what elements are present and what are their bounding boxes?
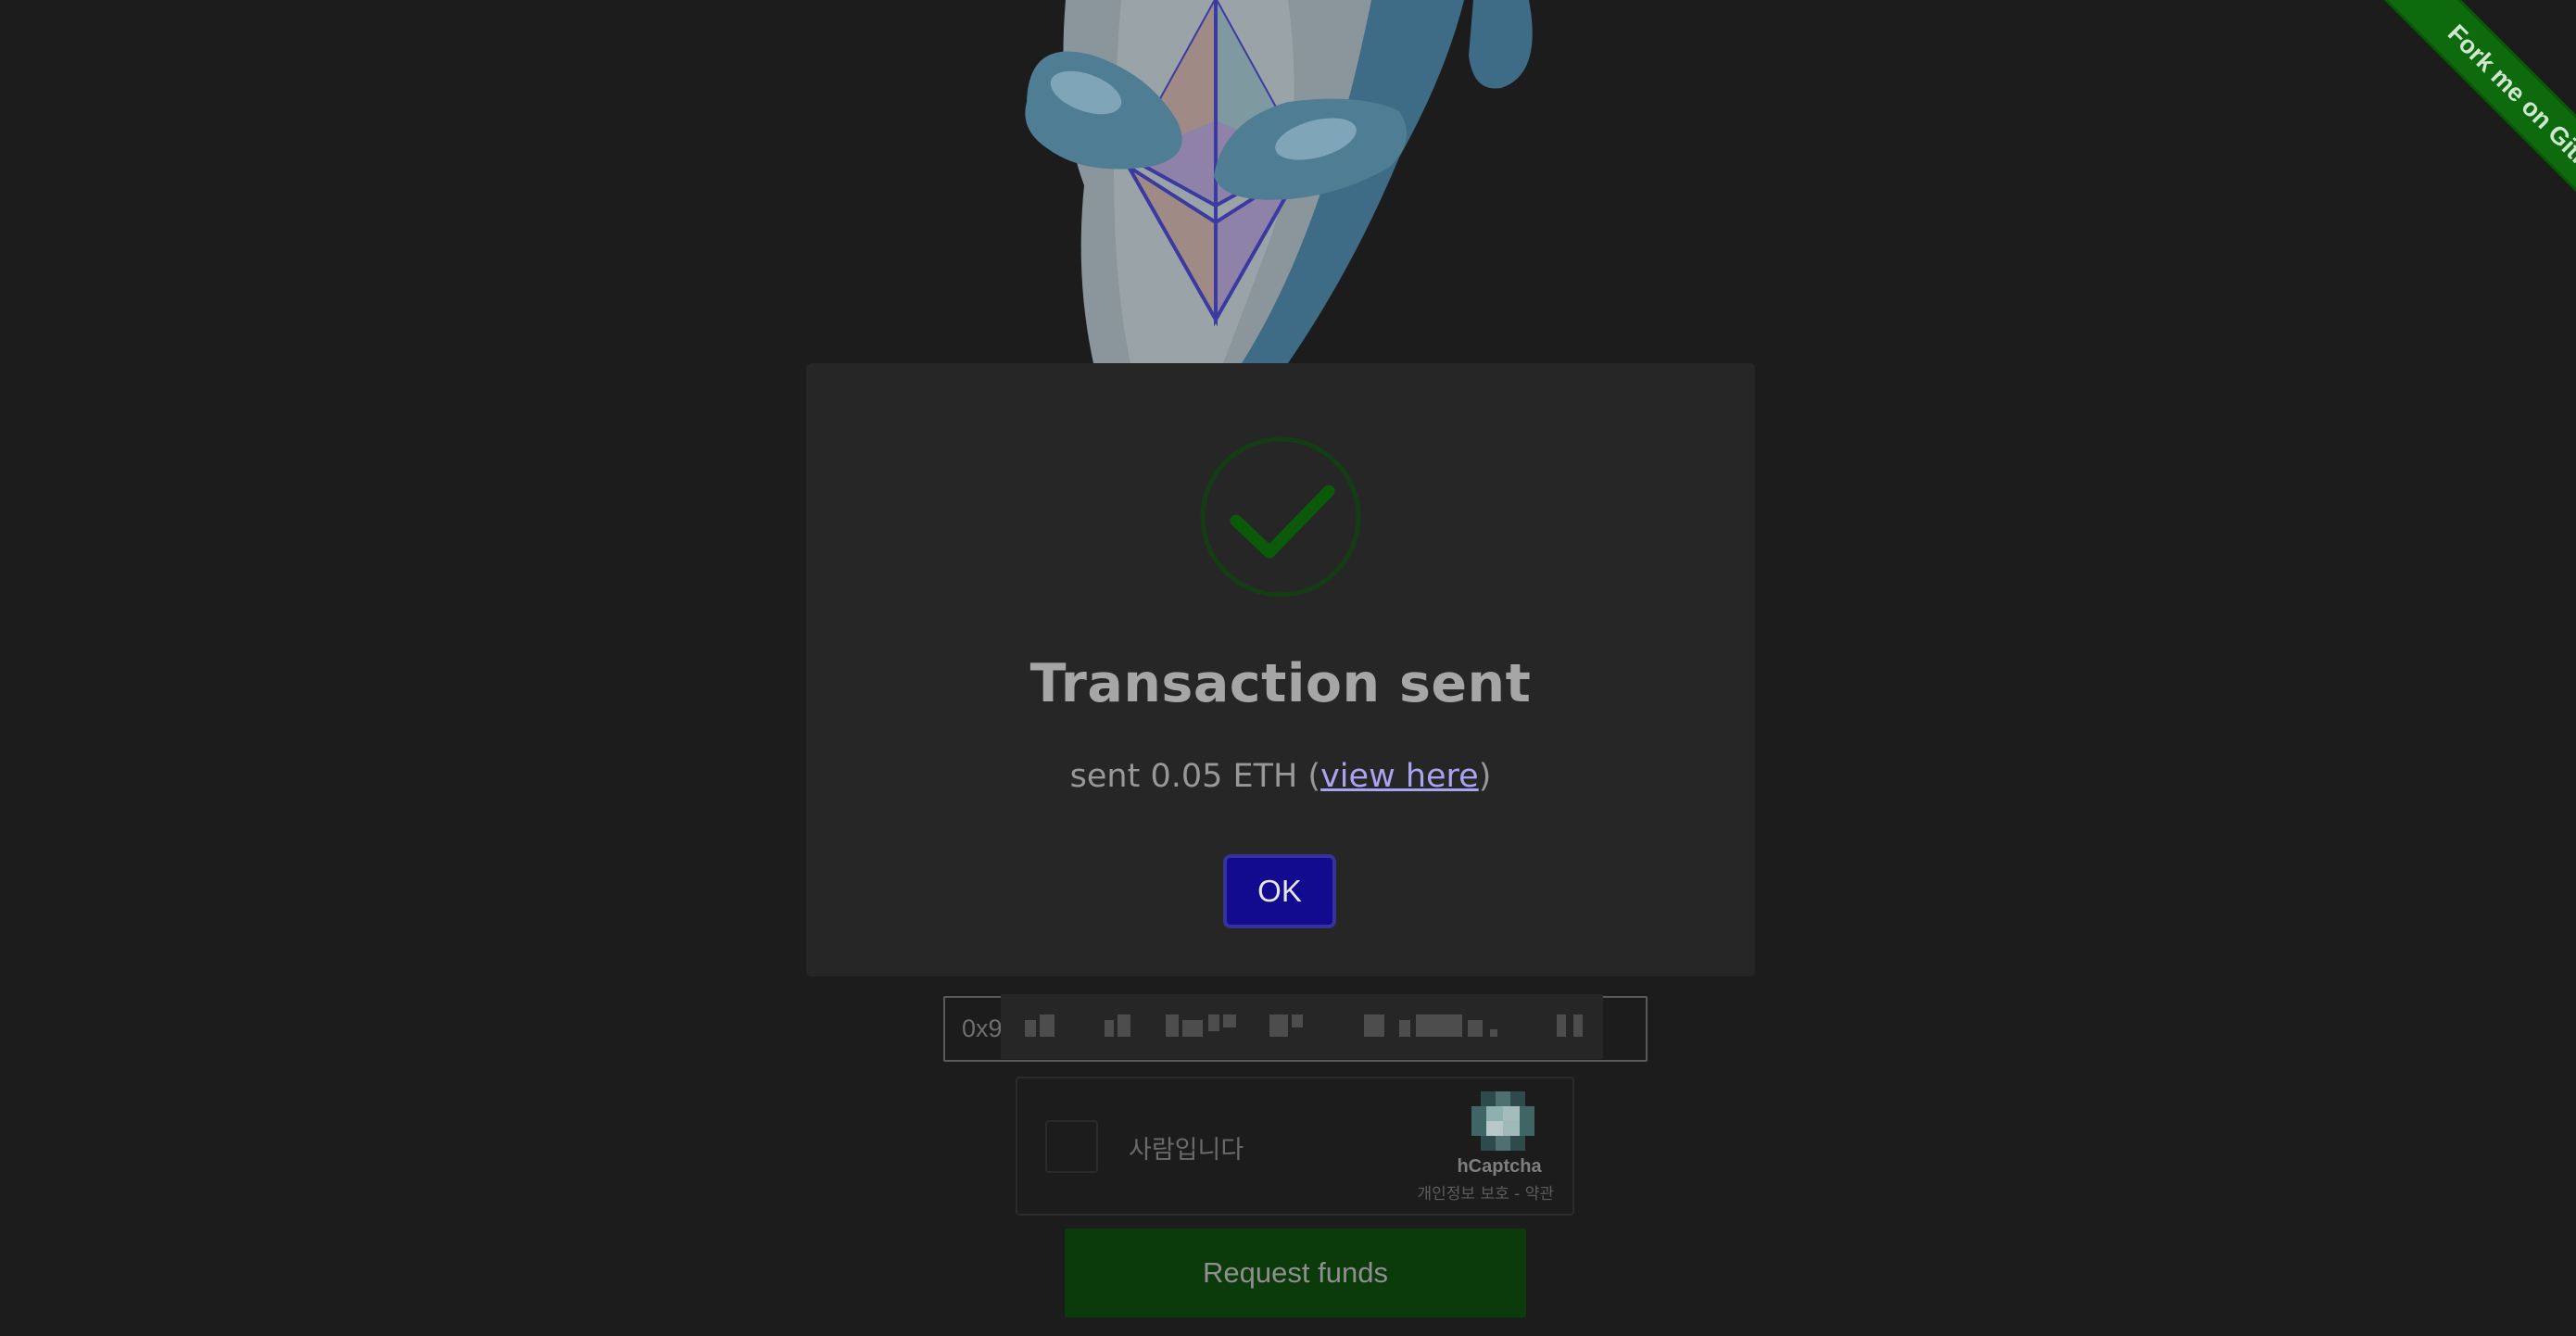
captcha-label: 사람입니다 <box>1129 1136 1244 1165</box>
success-checkmark-icon <box>1200 436 1361 598</box>
message-prefix: sent 0.05 ETH ( <box>1069 758 1321 795</box>
modal-title: Transaction sent <box>1029 653 1532 714</box>
address-input[interactable]: 0x9 <box>943 994 1648 1062</box>
request-funds-button[interactable]: Request funds <box>1065 1229 1526 1317</box>
privacy-link[interactable]: 개인정보 보호 <box>1418 1185 1509 1204</box>
captcha-links: 개인정보 보호 - 약관 <box>1418 1180 1554 1204</box>
ok-button[interactable]: OK <box>1223 854 1336 928</box>
message-suffix: ) <box>1478 758 1492 795</box>
hcaptcha-brand: hCaptcha <box>1457 1156 1542 1177</box>
transaction-modal: Transaction sent sent 0.05 ETH (view her… <box>806 363 1755 977</box>
mascot-illustration <box>1025 0 1533 363</box>
captcha-checkbox[interactable] <box>1045 1120 1098 1173</box>
terms-link[interactable]: 약관 <box>1525 1185 1554 1204</box>
address-redaction <box>1001 994 1603 1059</box>
view-transaction-link[interactable]: view here <box>1320 758 1479 795</box>
modal-message: sent 0.05 ETH (view here) <box>806 758 1755 795</box>
link-separator: - <box>1509 1185 1525 1204</box>
address-value: 0x9 <box>962 1015 1003 1042</box>
hcaptcha-logo-icon <box>1471 1091 1534 1151</box>
github-ribbon[interactable]: Fork me on GitHub <box>2298 0 2576 278</box>
hcaptcha-widget: 사람입니다 hCaptcha 개인정보 보호 - 약관 <box>1016 1077 1574 1216</box>
fork-on-github-link[interactable]: Fork me on GitHub <box>2368 0 2576 272</box>
